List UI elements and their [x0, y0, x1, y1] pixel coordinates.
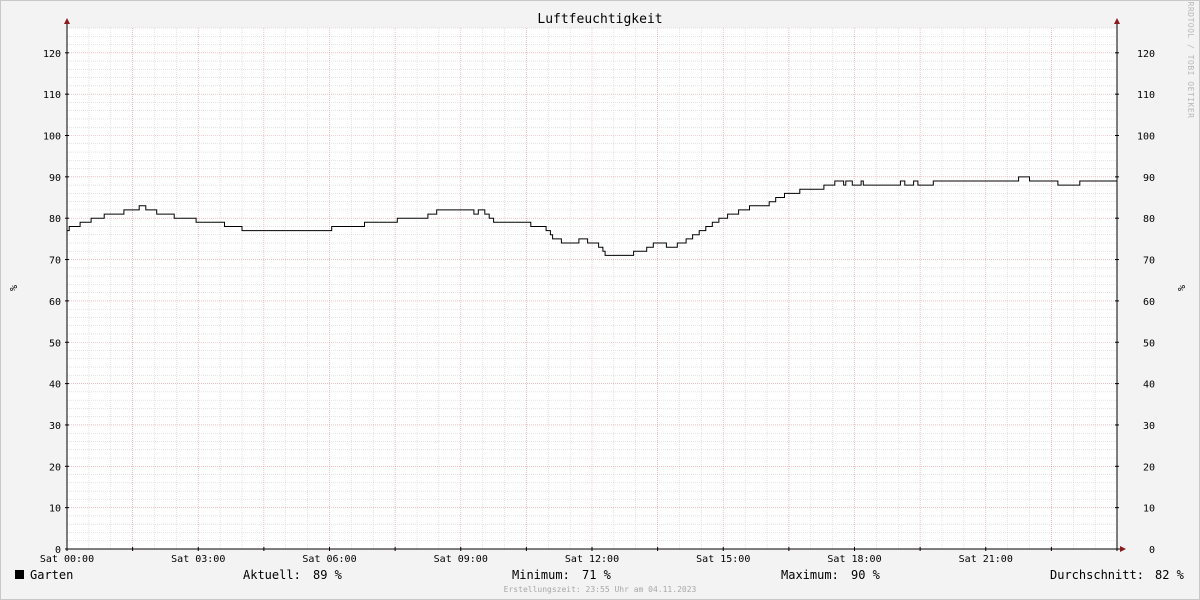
y-tick-label-right: 0 [1149, 545, 1155, 556]
creation-time: Erstellungszeit: 23:55 Uhr am 04.11.2023 [503, 585, 697, 594]
humidity-chart: 0 10 20 30 40 50 60 70 80 90 100 110 120 0 10 20 30 40 50… [7, 2, 1195, 565]
x-tick-label: Sat 00:00 [40, 554, 94, 565]
y-tick-label-right: 10 [1143, 504, 1155, 515]
y-tick-label-left: 100 [43, 132, 61, 143]
current-value: 89 % [313, 568, 342, 582]
x-tick-label: Sat 09:00 [434, 554, 488, 565]
y-tick-label-right: 50 [1143, 338, 1155, 349]
y-tick-label-left: 70 [49, 256, 61, 267]
y-tick-label-right: 30 [1143, 421, 1155, 432]
y-ticks-left: 0102030405060708090100110120 [43, 49, 61, 556]
y-axis-arrow-left [64, 18, 70, 24]
y-tick-label-left: 90 [49, 173, 61, 184]
y-tick-label-left: 30 [49, 421, 61, 432]
y-tick-label-left: 60 [49, 297, 61, 308]
y-axis-label-right: % [1175, 285, 1186, 291]
x-tick-label: Sat 06:00 [302, 554, 356, 565]
y-tick-label-right: 110 [1137, 90, 1155, 101]
x-tick-label: Sat 21:00 [959, 554, 1013, 565]
y-tick-label-right: 60 [1143, 297, 1155, 308]
max-value: 90 % [851, 568, 880, 582]
x-axis-arrow [1120, 546, 1126, 552]
avg-label: Durchschnitt: [1050, 568, 1144, 582]
y-tick-label-right: 20 [1143, 462, 1155, 473]
x-ticks: Sat 00:00 Sat 03:00 Sat 06:00 Sat 09:00 Sat … [40, 554, 1013, 565]
x-tick-label: Sat 18:00 [827, 554, 881, 565]
y-ticks-right: 0 10 20 30 40 50 60 70 80 90 100 110 120 [1137, 49, 1155, 556]
y-tick-label-right: 80 [1143, 214, 1155, 225]
y-tick-label-left: 120 [43, 49, 61, 60]
y-tick-label-right: 70 [1143, 256, 1155, 267]
min-label: Minimum: [512, 568, 570, 582]
y-tick-label-left: 10 [49, 504, 61, 515]
x-tick-label: Sat 12:00 [565, 554, 619, 565]
y-axis-label-left: % [7, 285, 18, 291]
y-axis-arrow-right [1114, 18, 1120, 24]
y-tick-label-left: 40 [49, 380, 61, 391]
legend-swatch [15, 570, 24, 579]
legend-series-name: Garten [30, 568, 74, 582]
x-tick-label: Sat 03:00 [171, 554, 225, 565]
y-tick-label-right: 40 [1143, 380, 1155, 391]
y-tick-label-left: 20 [49, 462, 61, 473]
y-tick-label-right: 90 [1143, 173, 1155, 184]
y-tick-label-left: 110 [43, 90, 61, 101]
min-value: 71 % [582, 568, 611, 582]
y-tick-label-right: 120 [1137, 49, 1155, 60]
watermark: RRDTOOL / TOBI OETIKER [1186, 2, 1195, 119]
avg-value: 82 % [1155, 568, 1184, 582]
chart-title: Luftfeuchtigkeit [537, 12, 662, 27]
y-tick-label-right: 100 [1137, 132, 1155, 143]
max-label: Maximum: [781, 568, 839, 582]
current-label: Aktuell: [243, 568, 301, 582]
y-tick-label-left: 80 [49, 214, 61, 225]
x-tick-label: Sat 15:00 [696, 554, 750, 565]
y-tick-label-left: 50 [49, 338, 61, 349]
